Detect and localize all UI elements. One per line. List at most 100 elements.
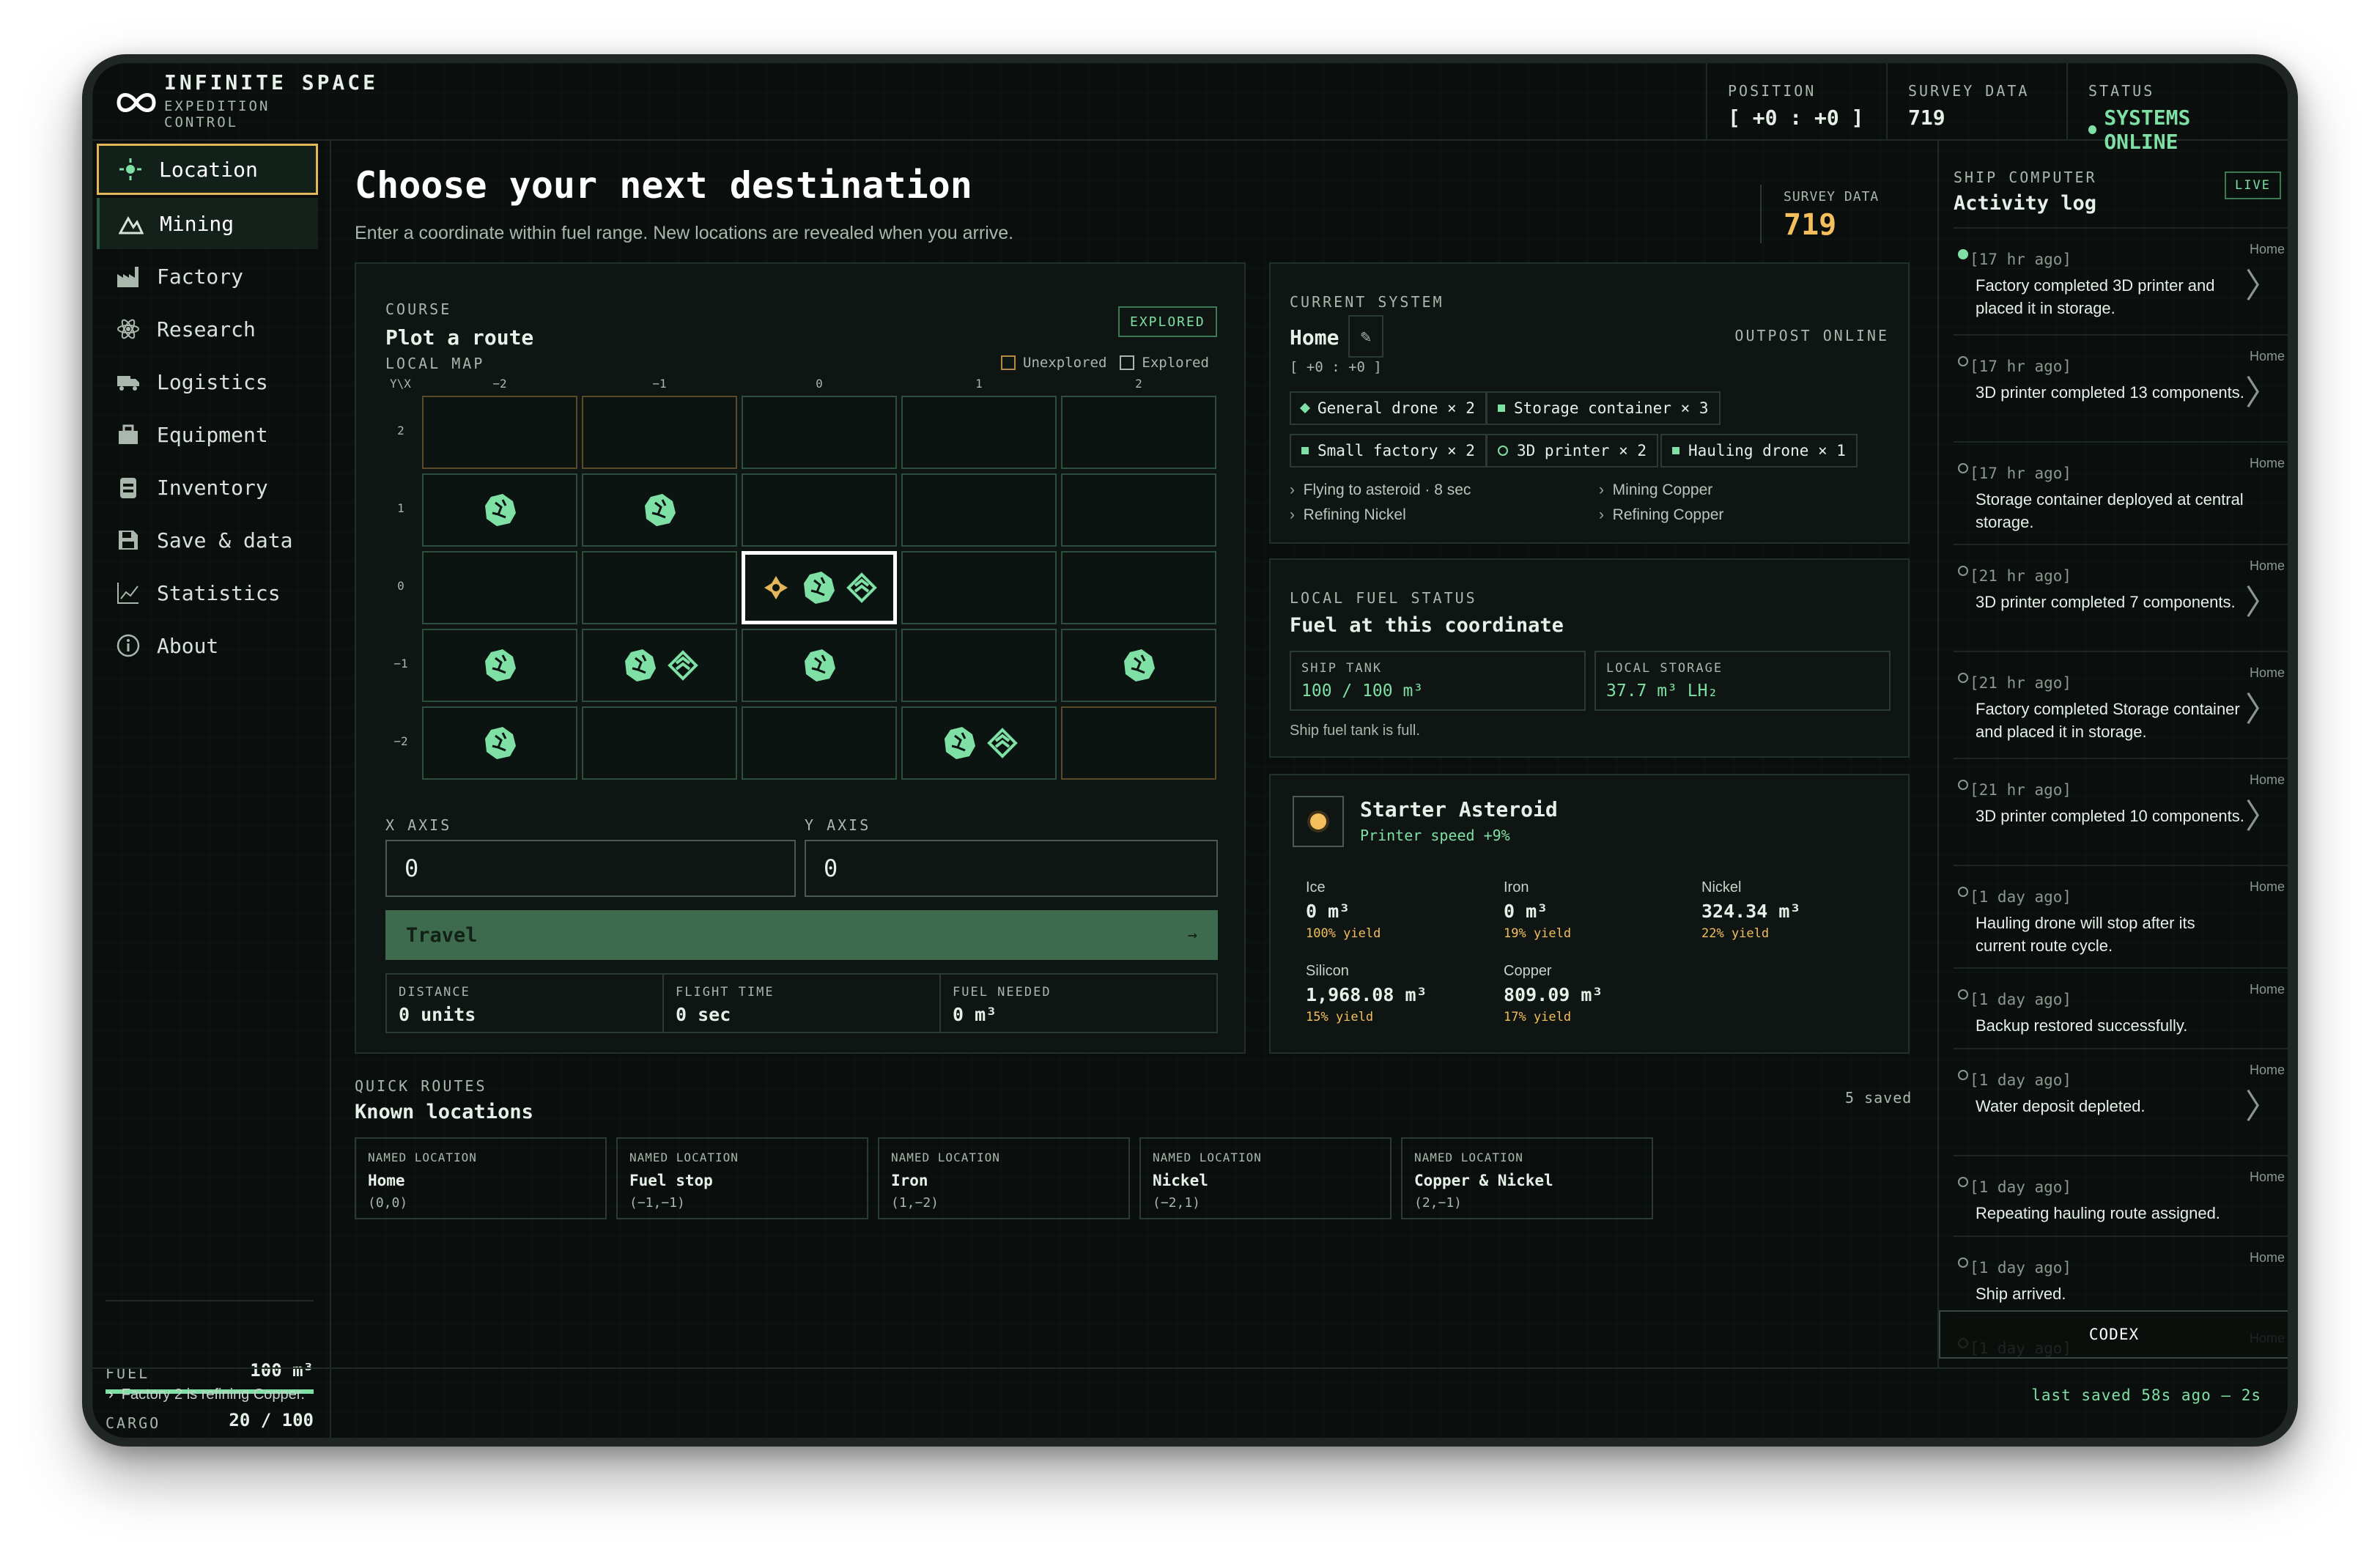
map-cell[interactable] [901,706,1057,780]
log-entry[interactable]: [1 day ago] Home Backup restored successfu… [1954,969,2288,1049]
chevron-right-icon[interactable]: 〉 [2245,259,2279,308]
sidebar-item-location[interactable]: Location [97,144,318,195]
equipment-chip[interactable]: Small factory × 2 [1290,434,1487,468]
sidebar-item-mining[interactable]: Mining [97,198,318,249]
activity-item: Flying to asteroid · 8 sec [1303,481,1471,498]
map-cell[interactable] [582,706,737,780]
log-msg: Storage container deployed at central st… [1976,490,2244,531]
status-dot-icon [2088,125,2097,134]
log-entry[interactable]: [1 day ago] Home Repeating hauling route a… [1954,1156,2288,1237]
edit-name-button[interactable]: ✎ [1348,315,1383,358]
map-cell[interactable] [582,551,737,624]
map-cell[interactable] [1061,473,1216,547]
log-entry[interactable]: [21 hr ago] Home 3D printer completed 7 co… [1954,545,2288,652]
log-entry[interactable]: [17 hr ago] Home 3D printer completed 13 c… [1954,336,2288,443]
status-dot-icon [1958,989,1968,1000]
radar-icon [117,155,144,183]
quick-route-card[interactable]: NAMED LOCATION Iron (1,−2) [878,1137,1130,1219]
map-cell[interactable] [422,551,577,624]
map-cell[interactable] [1061,551,1216,624]
resource-value: 0 m³ [1504,901,1548,922]
chevron-right-icon[interactable]: 〉 [2245,576,2279,624]
status-dot-icon [1958,1177,1968,1187]
map-cell[interactable] [901,396,1057,469]
map-cell[interactable] [742,473,897,547]
activity-log-panel: SHIP COMPUTER Activity log LIVE [17 hr a… [1937,139,2288,1367]
map-cell[interactable] [422,396,577,469]
map-cell[interactable] [422,629,577,702]
sidebar-item-about[interactable]: About [97,620,318,671]
sidebar-item-logistics[interactable]: Logistics [97,356,318,407]
equipment-chip[interactable]: 3D printer × 2 [1486,434,1659,468]
equipment-chip[interactable]: General drone × 2 [1290,391,1487,425]
app-title: INFINITE SPACE [164,70,379,95]
map-cell[interactable] [1061,396,1216,469]
log-entry[interactable]: [1 day ago] Home Water deposit depleted. 〉 [1954,1049,2288,1156]
sidebar-item-equipment[interactable]: Equipment [97,409,318,460]
map-cell[interactable] [582,396,737,469]
quick-route-card[interactable]: NAMED LOCATION Nickel (−2,1) [1139,1137,1392,1219]
map-cell[interactable] [901,473,1057,547]
map-cell[interactable] [422,706,577,780]
travel-label: Travel [406,923,478,947]
log-msg: Repeating hauling route assigned. [1976,1204,2220,1222]
log-entry[interactable]: [1 day ago] Home Ship arrived. [1954,1237,2288,1318]
log-msg: Hauling drone will stop after its curren… [1976,914,2195,955]
equipment-chip[interactable]: Hauling drone × 1 [1660,434,1858,468]
codex-button[interactable]: CODEX [1939,1310,2288,1359]
position-value: [ +0 : +0 ] [1728,106,1864,130]
map-cell-current[interactable] [742,551,897,624]
sidebar-item-research[interactable]: Research [97,303,318,355]
y-axis-input[interactable]: 0 [805,840,1218,897]
quick-route-card[interactable]: NAMED LOCATION Fuel stop (−1,−1) [616,1137,868,1219]
asteroid-bonus: Printer speed +9% [1360,827,1510,844]
activity-list-right: › Mining Copper › Refining Copper [1599,481,1724,523]
log-time: [17 hr ago] [1970,358,2072,375]
resource-yield: 100% yield [1306,926,1381,941]
log-entry[interactable]: [21 hr ago] Home Factory completed Storage… [1954,652,2288,759]
log-entry[interactable]: [17 hr ago] Home Storage container deploye… [1954,443,2288,545]
log-entry[interactable]: [1 day ago] Home Hauling drone will stop a… [1954,866,2288,969]
sidebar-item-save[interactable]: Save & data [97,514,318,566]
x-axis-input[interactable]: 0 [385,840,796,897]
status-dot-icon [1958,673,1968,683]
sidebar-item-statistics[interactable]: Statistics [97,567,318,618]
fuel-status-panel: LOCAL FUEL STATUS Fuel at this coordinat… [1269,558,1910,758]
map-cell[interactable] [582,629,737,702]
map-cell[interactable] [422,473,577,547]
current-system-panel: CURRENT SYSTEM Home ✎ [ +0 : +0 ] OUTPOS… [1269,262,1910,544]
log-list[interactable]: [17 hr ago] Home Factory completed 3D prin… [1954,229,2288,1367]
asteroid-icon [481,724,519,762]
survey-label: SURVEY DATA [1908,82,2030,100]
truck-icon [114,368,142,396]
sidebar-item-factory[interactable]: Factory [97,251,318,302]
chevron-right-icon[interactable]: 〉 [2245,790,2279,838]
map-cell[interactable] [582,473,737,547]
resource-name: Nickel [1701,879,1742,895]
map-cell[interactable] [901,551,1057,624]
quick-route-card[interactable]: NAMED LOCATION Home (0,0) [355,1137,607,1219]
log-msg: Factory completed Storage container and … [1976,700,2240,741]
chevron-right-icon[interactable]: 〉 [2245,1080,2279,1129]
map-cell[interactable] [1061,706,1216,780]
chevron-right-icon[interactable]: 〉 [2245,366,2279,415]
resource-stat: Copper 809.09 m³ 17% yield [1504,963,1603,1024]
quick-route-card[interactable]: NAMED LOCATION Copper & Nickel (2,−1) [1401,1137,1653,1219]
map-cell[interactable] [742,629,897,702]
live-badge: LIVE [2225,171,2281,199]
map-cell[interactable] [1061,629,1216,702]
x-tick-label: 0 [816,377,823,391]
map-cell[interactable] [742,396,897,469]
log-entry[interactable]: [21 hr ago] Home 3D printer completed 10 c… [1954,759,2288,866]
map-cell[interactable] [742,706,897,780]
sidebar-item-inventory[interactable]: Inventory [97,462,318,513]
fuel-needed-stat: FUEL NEEDED 0 m³ [941,975,1216,1032]
log-msg: 3D printer completed 7 components. [1976,593,2236,611]
flight-time-value: 0 sec [676,1004,731,1025]
log-entry[interactable]: [17 hr ago] Home Factory completed 3D prin… [1954,229,2288,336]
map-cell[interactable] [901,629,1057,702]
travel-button[interactable]: Travel → [385,910,1218,960]
log-time: [1 day ago] [1970,1071,2072,1089]
equipment-chip[interactable]: Storage container × 3 [1486,391,1721,425]
chevron-right-icon[interactable]: 〉 [2245,683,2279,731]
